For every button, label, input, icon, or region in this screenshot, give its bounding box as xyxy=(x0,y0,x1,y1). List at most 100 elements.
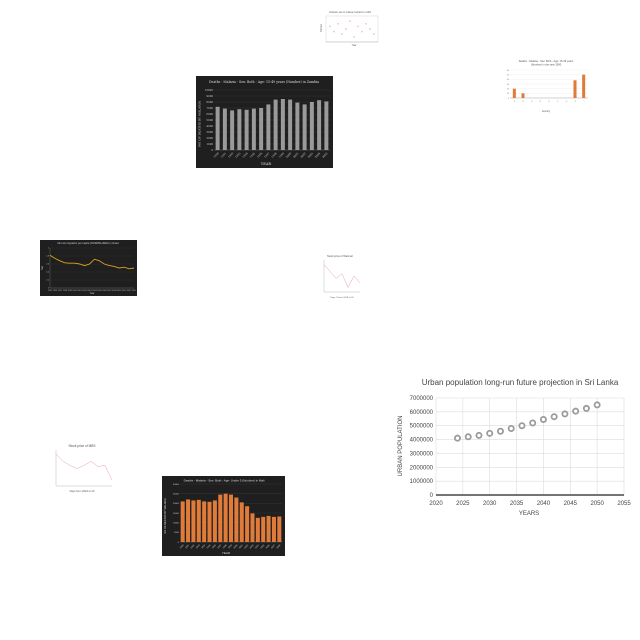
x-tick-label: 2000 xyxy=(285,151,293,159)
x-tick-label: I xyxy=(584,100,586,102)
y-tick-label: 1 xyxy=(48,248,50,250)
data-point xyxy=(353,36,355,38)
x-tick-label: 2003 xyxy=(307,151,315,159)
x-tick-label: 2055 xyxy=(617,501,631,507)
y-tick-label: 0.6 xyxy=(46,264,50,266)
y-tick-label: 30 xyxy=(507,84,510,86)
chart-svg: Urban population long-run future project… xyxy=(398,378,631,517)
x-tick-label: 2045 xyxy=(564,501,578,507)
y-tick-label: 60 xyxy=(507,70,510,72)
bar xyxy=(218,494,223,542)
x-tick-label: 2030 xyxy=(483,501,497,507)
bar xyxy=(521,93,525,98)
bar xyxy=(266,104,271,150)
x-tick-label: G xyxy=(566,100,569,103)
data-point xyxy=(561,410,569,418)
bar xyxy=(512,88,516,98)
plot-frame xyxy=(325,15,379,43)
data-point xyxy=(550,413,558,421)
data-point xyxy=(345,28,347,30)
bar xyxy=(207,501,212,542)
y-tick-label: 0 xyxy=(430,493,434,499)
y-tick-label: 8000 xyxy=(206,100,213,104)
y-tick-label: 6000 xyxy=(206,112,213,116)
bar xyxy=(277,516,282,542)
x-axis-label: Days from 2019 to 20 xyxy=(70,489,95,493)
x-tick-label: 1999 xyxy=(278,151,286,159)
bar xyxy=(239,502,244,542)
y-tick-label: 5000000 xyxy=(410,424,434,430)
data-point xyxy=(337,23,339,25)
x-axis-label: YEARS xyxy=(519,511,539,517)
bar xyxy=(288,99,293,150)
x-tick-label: B xyxy=(522,100,525,103)
bar xyxy=(245,506,250,542)
x-tick-label: 2040 xyxy=(537,501,551,507)
x-tick-label: 2035 xyxy=(510,501,524,507)
bar xyxy=(573,80,577,98)
y-tick-label: 10 xyxy=(507,93,510,95)
data-point xyxy=(529,419,537,427)
data-point xyxy=(373,33,375,35)
chart-malaria-bar-small: Deaths - Malaria - Sex: Both - Age: 15-4… xyxy=(500,58,592,114)
bar xyxy=(222,108,227,150)
x-tick-label: 2012 xyxy=(132,290,137,292)
x-tick-label: 1994 xyxy=(241,151,249,159)
x-tick-label: 1997 xyxy=(263,151,271,159)
y-axis-label: URBAN POPULATION xyxy=(398,416,404,477)
bar xyxy=(191,500,196,542)
y-tick-label: 3000 xyxy=(206,130,213,134)
x-axis-label: Country xyxy=(542,110,551,113)
y-tick-label: 9000 xyxy=(206,94,213,98)
chart-svg: Net net migration per capita (NORMALIZED… xyxy=(41,241,137,295)
y-tick-label: 4000000 xyxy=(410,438,434,444)
data-point xyxy=(475,431,483,439)
bar xyxy=(228,494,234,542)
y-tick-label: 0 xyxy=(178,542,180,544)
bar xyxy=(230,110,235,150)
bar xyxy=(251,108,256,150)
x-tick-label: 2001 xyxy=(292,151,300,159)
bar xyxy=(309,102,314,150)
bar xyxy=(186,499,191,542)
y-tick-label: 50 xyxy=(507,74,510,76)
y-tick-label: 5000 xyxy=(174,532,180,534)
chart-malaria-mali-bar: Deaths - Malaria - Sex: Both - Age: Unde… xyxy=(162,476,285,556)
data-point xyxy=(365,23,367,25)
bar xyxy=(271,516,276,542)
chart-title: Net net migration per capita (NORMALIZED… xyxy=(57,241,119,245)
bar xyxy=(259,108,264,150)
series-line xyxy=(55,453,113,480)
bar xyxy=(196,499,201,542)
data-point xyxy=(453,434,461,442)
chart-title: Deaths - Malaria - Sex: Both - Age: Unde… xyxy=(184,479,265,483)
data-point xyxy=(518,422,526,430)
x-axis-label: Days / Years 2019 to 20 xyxy=(330,296,354,299)
x-tick-label: 1990 xyxy=(212,151,220,159)
y-tick-label: 2000 xyxy=(206,136,213,140)
y-tick-label: 6000000 xyxy=(410,410,434,416)
bar xyxy=(295,102,300,150)
x-axis-label: Year xyxy=(352,44,357,47)
chart-title: Deaths - Malaria - Sex: Both - Age: 15-4… xyxy=(209,80,319,84)
series-line xyxy=(49,254,135,270)
y-tick-label: 1000000 xyxy=(410,479,434,485)
series-line xyxy=(323,264,361,289)
y-tick-label: 7000 xyxy=(206,106,213,110)
y-tick-label: 20 xyxy=(507,88,510,90)
data-point xyxy=(593,401,601,409)
bar xyxy=(273,99,278,150)
y-tick-label: 3000000 xyxy=(410,451,434,457)
bar xyxy=(202,501,207,542)
data-point xyxy=(333,30,335,33)
data-point xyxy=(572,407,580,415)
data-point xyxy=(357,25,359,28)
x-axis-label: YEAR xyxy=(222,551,231,555)
chart-svg: Deaths - Malaria - Sex: Both - Age: Unde… xyxy=(163,479,282,555)
bar xyxy=(180,501,185,542)
chart-mbs-line: Stock price of MBS Days from 2019 to 20 xyxy=(44,442,116,494)
chart-title: Uranium use in nuclear reactors in USA xyxy=(329,11,371,14)
data-point xyxy=(582,404,590,412)
y-tick-label: 15000 xyxy=(173,513,180,515)
bar xyxy=(244,109,249,150)
